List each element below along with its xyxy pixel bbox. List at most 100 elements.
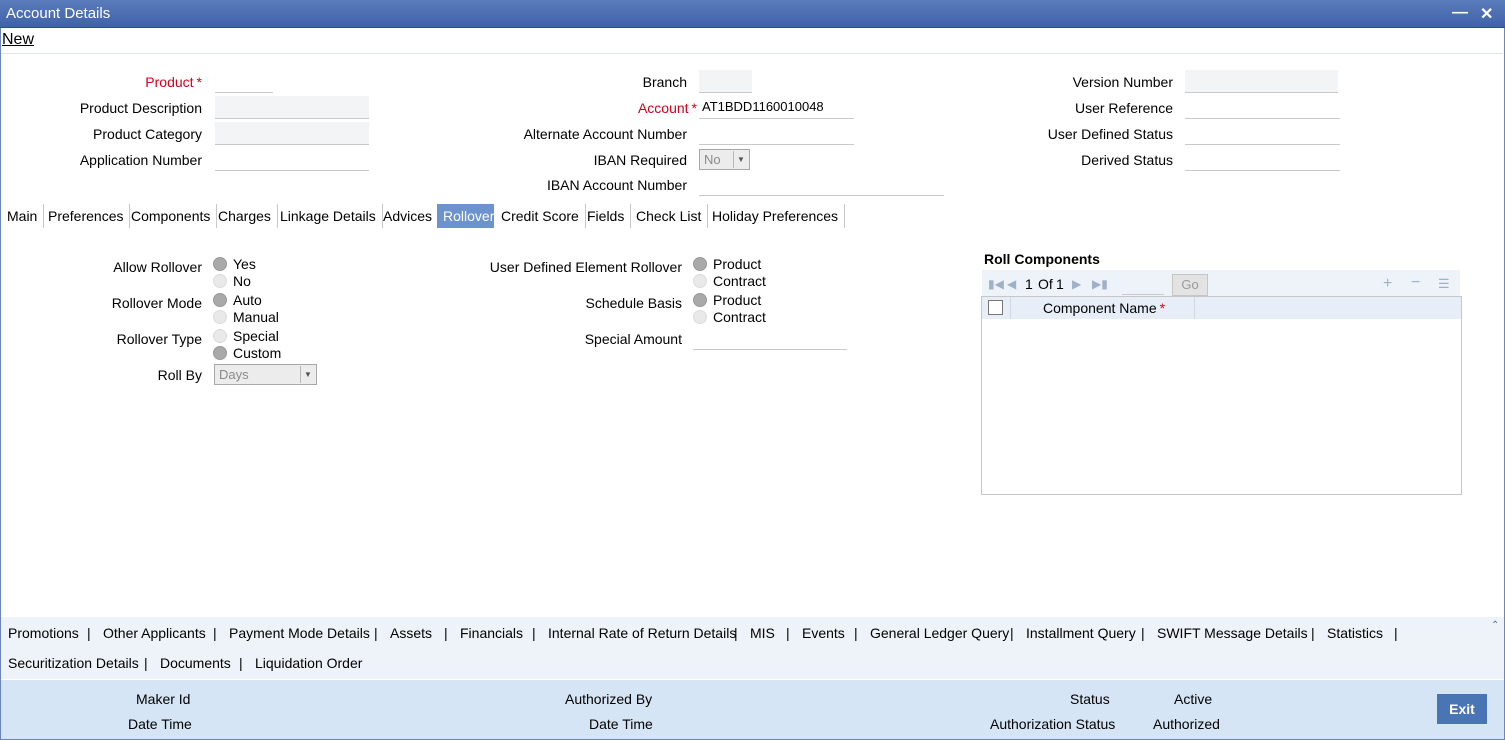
close-icon[interactable]: ✕ [1480,4,1493,24]
window-title: Account Details [6,5,111,22]
next-page-icon[interactable]: ▶ [1072,277,1081,291]
link-assets[interactable]: Assets [390,625,432,641]
schedule-basis-label: Schedule Basis [585,295,682,311]
version-number-label: Version Number [1072,74,1173,90]
minimize-icon[interactable]: — [1452,4,1468,22]
ude-rollover-product-label: Product [713,256,762,272]
tab-advices[interactable]: Advices [377,204,440,228]
iban-required-value: No [704,152,721,167]
link-other-applicants[interactable]: Other Applicants [103,625,206,641]
tab-charges[interactable]: Charges [212,204,278,228]
product-category-label: Product Category [93,126,202,142]
application-number-field[interactable] [215,148,369,171]
iban-required-label: IBAN Required [593,152,687,168]
link-statistics[interactable]: Statistics [1327,625,1383,641]
link-events[interactable]: Events [802,625,845,641]
tab-credit-score[interactable]: Credit Score [495,204,586,228]
link-separator: | [854,625,858,641]
tab-linkage-details[interactable]: Linkage Details [274,204,383,228]
rollover-mode-auto-label: Auto [233,292,262,308]
link-separator: | [213,625,217,641]
prev-page-icon[interactable]: ◀ [1007,277,1016,291]
user-reference-field[interactable] [1185,96,1340,119]
maker-date-time-label: Date Time [128,716,192,732]
rollover-mode-auto-radio[interactable] [213,293,227,307]
link-securitization-details[interactable]: Securitization Details [8,655,139,671]
alternate-account-field[interactable] [699,122,854,145]
go-button[interactable]: Go [1172,274,1208,296]
tab-main[interactable]: Main [1,204,45,228]
collapse-chevron-icon[interactable]: ⌃ [1491,620,1499,631]
tab-rollover[interactable]: Rollover [437,204,494,228]
roll-by-select[interactable]: Days ▼ [214,364,317,385]
link-mis[interactable]: MIS [750,625,775,641]
ude-rollover-contract-radio[interactable] [693,274,707,288]
tab-check-list[interactable]: Check List [630,204,709,228]
link-documents[interactable]: Documents [160,655,231,671]
rollover-type-special-radio[interactable] [213,329,227,343]
allow-rollover-yes-radio[interactable] [213,257,227,271]
link-payment-mode-details[interactable]: Payment Mode Details [229,625,370,641]
tab-fields[interactable]: Fields [581,204,632,228]
product-field[interactable] [215,70,273,93]
roll-components-header-row: Component Name * [982,297,1461,319]
link-liquidation-order[interactable]: Liquidation Order [255,655,362,671]
schedule-basis-product-radio[interactable] [693,293,707,307]
audit-footer [1,680,1504,739]
user-defined-status-label: User Defined Status [1047,126,1173,142]
chevron-down-icon: ▼ [300,366,315,383]
roll-components-toolbar: ▮◀ ◀ 1 Of 1 ▶ ▶▮ + − ☰ [982,270,1460,298]
special-amount-field[interactable] [693,327,847,350]
rollover-type-custom-radio[interactable] [213,346,227,360]
account-field[interactable]: AT1BDD1160010048 [699,96,854,119]
link-internal-rate-of-return[interactable]: Internal Rate of Return Details [548,625,736,641]
link-swift-message-details[interactable]: SWIFT Message Details [1157,625,1308,641]
tab-holiday-preferences[interactable]: Holiday Preferences [706,204,846,228]
link-installment-query[interactable]: Installment Query [1026,625,1136,641]
chevron-down-icon: ▼ [733,151,748,168]
iban-account-field[interactable] [699,173,944,196]
allow-rollover-label: Allow Rollover [113,259,202,275]
user-defined-status-field[interactable] [1185,122,1340,145]
link-promotions[interactable]: Promotions [8,625,79,641]
first-page-icon[interactable]: ▮◀ [988,277,1004,291]
ude-rollover-product-radio[interactable] [693,257,707,271]
page-number-input[interactable] [1122,275,1164,295]
tab-preferences[interactable]: Preferences [42,204,131,228]
link-general-ledger-query[interactable]: General Ledger Query [870,625,1009,641]
exit-button[interactable]: Exit [1437,694,1487,724]
link-separator: | [786,625,790,641]
link-separator: | [532,625,536,641]
version-number-field [1185,70,1338,93]
link-separator: | [239,655,243,671]
last-page-icon[interactable]: ▶▮ [1092,277,1108,291]
new-menu-link[interactable]: New [2,31,34,49]
user-reference-label: User Reference [1074,100,1173,116]
product-description-field [215,96,369,119]
roll-by-value: Days [219,367,249,382]
list-view-icon[interactable]: ☰ [1438,276,1450,292]
derived-status-label: Derived Status [1081,152,1173,168]
column-divider [1010,297,1011,319]
add-row-icon[interactable]: + [1383,275,1392,293]
account-label: Account * [637,100,697,116]
delete-row-icon[interactable]: − [1411,274,1420,292]
rollover-mode-manual-radio[interactable] [213,310,227,324]
roll-components-grid: Component Name * [981,296,1462,495]
link-financials[interactable]: Financials [460,625,523,641]
tab-components[interactable]: Components [125,204,218,228]
derived-status-field[interactable] [1185,148,1340,171]
schedule-basis-contract-label: Contract [713,309,766,325]
page-of: Of [1038,276,1053,292]
schedule-basis-contract-radio[interactable] [693,310,707,324]
component-name-header[interactable]: Component Name * [1043,300,1165,316]
authorization-status-label: Authorization Status [990,716,1116,732]
allow-rollover-no-radio[interactable] [213,274,227,288]
link-separator: | [144,655,148,671]
window-titlebar: Account Details — ✕ [0,0,1505,28]
iban-required-select[interactable]: No ▼ [699,149,750,170]
select-all-checkbox[interactable] [988,300,1003,315]
authorization-status-value: Authorized [1153,716,1220,732]
link-separator: | [1141,625,1145,641]
page-current: 1 [1025,276,1033,292]
